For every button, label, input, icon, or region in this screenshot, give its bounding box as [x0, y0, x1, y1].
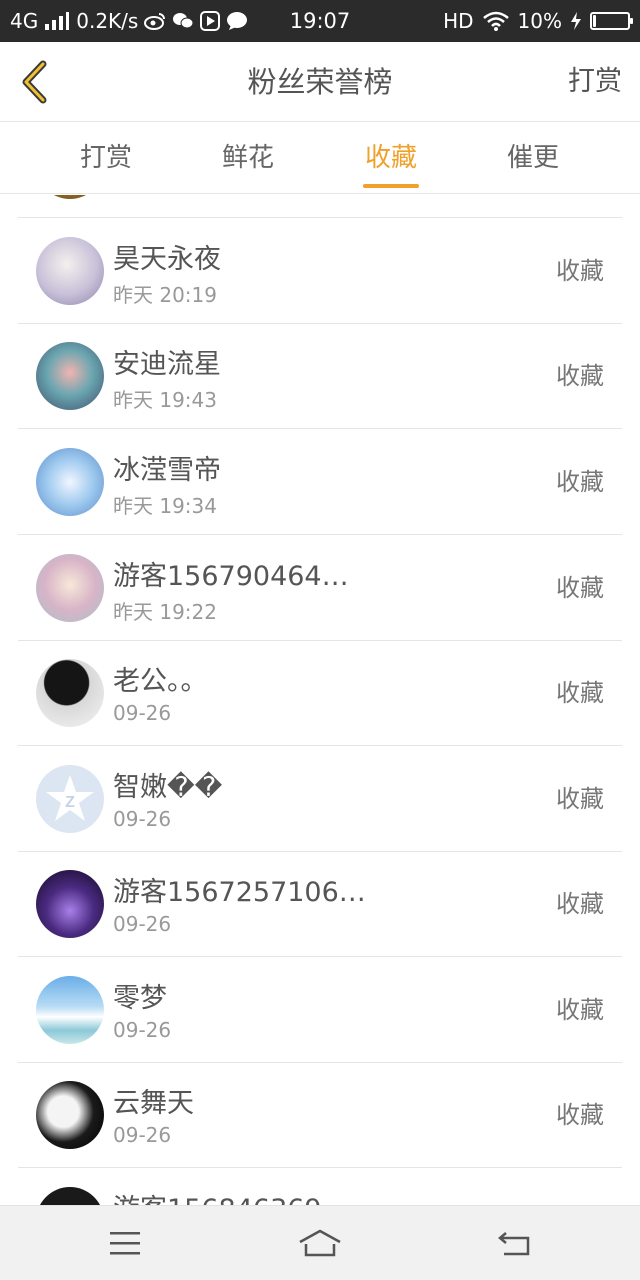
fan-name: 昊天永夜: [113, 244, 221, 275]
avatar: Z: [36, 765, 104, 833]
hd-label: HD: [443, 9, 474, 33]
tab-urge-update[interactable]: 催更: [462, 122, 604, 194]
fan-name: 智嫩��: [113, 772, 223, 803]
header-bar: 粉丝荣誉榜 打赏: [0, 42, 640, 122]
back-nav-button[interactable]: [485, 1218, 545, 1268]
list-item[interactable]: 游客156790464… 昨天 19:22 收藏: [18, 536, 622, 641]
list-item[interactable]: 安迪流星 昨天 19:43 收藏: [18, 324, 622, 429]
default-avatar-star-icon: Z: [46, 775, 94, 821]
status-bar: 4G 0.2K/s 19:07 HD 10%: [0, 0, 640, 42]
fan-action: 收藏: [556, 574, 604, 602]
fan-action: 收藏: [556, 257, 604, 285]
fan-action: 收藏: [556, 996, 604, 1024]
fan-action: 收藏: [556, 890, 604, 918]
list-item[interactable]: 昊天永夜 昨天 20:19 收藏: [18, 219, 622, 324]
avatar: [36, 237, 104, 305]
battery-percent: 10%: [517, 9, 562, 33]
battery-icon: [590, 12, 633, 30]
avatar: [36, 659, 104, 727]
avatar: [36, 1187, 104, 1205]
list-item[interactable]: 冰滢雪帝 昨天 19:34 收藏: [18, 430, 622, 535]
fan-name: 云舞天: [113, 1088, 194, 1119]
system-nav-bar: [0, 1205, 640, 1280]
page-title: 粉丝荣誉榜: [247, 65, 393, 99]
fan-time: 09-26: [113, 912, 172, 936]
list-item[interactable]: 老公。。 09-26 收藏: [18, 641, 622, 746]
fan-name: 冰滢雪帝: [113, 455, 221, 486]
fan-time: 昨天 20:19: [113, 283, 217, 307]
list-item[interactable]: [18, 195, 622, 218]
fan-action: 收藏: [556, 785, 604, 813]
avatar: [36, 448, 104, 516]
fan-time: 昨天 19:43: [113, 388, 217, 412]
avatar: [36, 342, 104, 410]
fan-time: 09-26: [113, 807, 172, 831]
reward-button[interactable]: 打赏: [568, 42, 622, 122]
status-right: HD 10%: [443, 0, 633, 42]
fan-name: 游客1567257106…: [113, 877, 366, 908]
tab-label: 催更: [506, 143, 559, 173]
tab-flowers[interactable]: 鲜花: [177, 122, 319, 194]
tab-favorites[interactable]: 收藏: [320, 122, 462, 194]
fan-time: 09-26: [113, 1018, 172, 1042]
wifi-icon: [482, 11, 510, 31]
fan-list[interactable]: 昊天永夜 昨天 20:19 收藏 安迪流星 昨天 19:43 收藏 冰滢雪帝 昨…: [0, 195, 640, 1205]
fan-name: 老公。。: [113, 666, 208, 697]
fan-action: 收藏: [556, 679, 604, 707]
fan-name: 游客156790464…: [113, 561, 349, 592]
fan-time: 昨天 19:34: [113, 494, 217, 518]
list-item[interactable]: 游客1567257106… 09-26 收藏: [18, 852, 622, 957]
fan-action: 收藏: [556, 468, 604, 496]
fan-time: 09-26: [113, 1123, 172, 1147]
fan-name: 游客156846369: [113, 1187, 322, 1205]
tab-reward[interactable]: 打赏: [35, 122, 177, 194]
avatar: [36, 870, 104, 938]
tab-active-indicator: [363, 184, 419, 188]
avatar: [36, 554, 104, 622]
avatar: [36, 976, 104, 1044]
menu-button[interactable]: [95, 1218, 155, 1268]
avatar: [36, 195, 104, 199]
svg-text:Z: Z: [65, 794, 75, 811]
fan-action: 收藏: [556, 1101, 604, 1129]
return-icon: [498, 1232, 530, 1256]
tab-label: 收藏: [364, 143, 417, 173]
fan-action: 收藏: [556, 362, 604, 390]
home-icon: [299, 1229, 341, 1257]
fan-time: 昨天 19:22: [113, 600, 217, 624]
list-item[interactable]: 游客156846369: [18, 1169, 622, 1205]
list-item[interactable]: 零梦 09-26 收藏: [18, 958, 622, 1063]
fan-name: 安迪流星: [113, 349, 221, 380]
battery-level: [593, 15, 596, 27]
list-item[interactable]: 云舞天 09-26 收藏: [18, 1063, 622, 1168]
fan-name: 零梦: [113, 983, 167, 1014]
menu-icon: [110, 1232, 140, 1255]
avatar: [36, 1081, 104, 1149]
tab-label: 打赏: [79, 143, 132, 173]
tab-label: 鲜花: [221, 143, 274, 173]
tab-bar: 打赏 鲜花 收藏 催更: [0, 122, 640, 194]
charging-icon: [570, 11, 582, 31]
list-item[interactable]: Z 智嫩�� 09-26 收藏: [18, 747, 622, 852]
fan-time: 09-26: [113, 701, 172, 725]
home-button[interactable]: [290, 1218, 350, 1268]
